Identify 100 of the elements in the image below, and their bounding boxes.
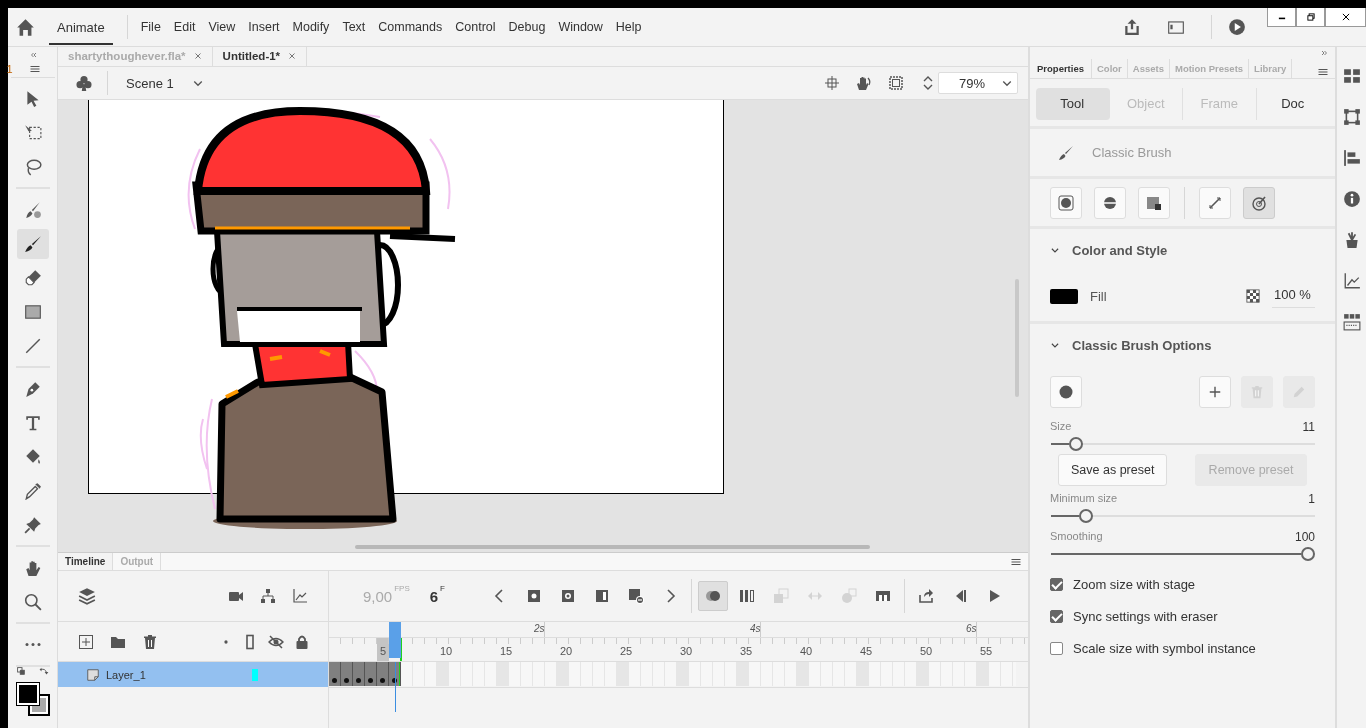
current-frame[interactable]: 6 [429,587,439,605]
fill-swatch[interactable] [1050,288,1078,304]
slider-value[interactable]: 1 [1308,492,1315,506]
rectangle-icon [23,302,42,321]
brush-icon [23,234,42,253]
collapse-icon[interactable] [28,51,37,59]
pressure-button[interactable] [1199,186,1231,219]
eye-off-icon[interactable] [268,633,284,650]
swatches-icon[interactable] [1342,67,1361,85]
keypad-icon[interactable] [1342,313,1361,331]
tool-button[interactable] [16,228,49,259]
menu-item[interactable]: Text [342,20,366,34]
checkbox[interactable] [1050,641,1063,655]
slider-thumb[interactable] [1301,547,1315,561]
fill-label: Fill [1090,288,1107,304]
panel-tab[interactable]: Timeline [58,553,114,570]
fps-unit: FPS [394,584,410,593]
menu-item[interactable]: Window [558,20,603,34]
layer-row[interactable]: Layer_1 [58,662,329,687]
menu-item[interactable]: View [208,20,236,34]
menu-item[interactable]: Insert [248,20,280,34]
menu-item[interactable]: File [140,20,161,34]
hand-icon [23,558,42,577]
checkbox[interactable] [1050,577,1063,591]
app-name[interactable]: Animate [49,9,113,45]
horizontal-scrollbar[interactable] [355,545,870,550]
chevron-down-icon[interactable] [1050,245,1060,255]
menu-item[interactable]: Debug [508,20,546,34]
section-title[interactable]: Classic Brush Options [1072,337,1212,353]
lock-icon[interactable] [294,633,310,650]
slider-value[interactable]: 100 [1294,530,1315,544]
checkbox-label[interactable]: Zoom size with stage [1073,576,1196,592]
delete-icon[interactable] [142,633,158,650]
slider-thumb[interactable] [1068,437,1083,451]
graph-icon[interactable] [1342,272,1361,290]
menu-icon[interactable] [1317,66,1329,78]
menu-item[interactable]: Commands [378,20,443,34]
save-preset-button[interactable]: Save as preset [1058,454,1168,486]
checkbox-label[interactable]: Sync settings with eraser [1073,608,1218,624]
lock-fill-button[interactable] [1138,186,1170,219]
zoom-field[interactable]: 79% [938,72,1018,95]
info-icon[interactable] [1342,190,1361,208]
scene-label[interactable]: Scene 1 [126,75,174,91]
chevron-down-icon[interactable] [1050,340,1060,350]
checkbox-label[interactable]: Scale size with symbol instance [1073,640,1256,656]
keyframe-icon [526,588,542,604]
keyframe[interactable] [365,662,377,686]
property-tab[interactable]: Doc [1256,88,1329,120]
menu-item[interactable]: Edit [173,20,196,34]
layout-icon[interactable] [1167,18,1185,36]
layers-icon[interactable] [78,587,96,605]
align-icon[interactable] [1342,149,1361,167]
search-icon [23,592,42,611]
restore-button[interactable] [1296,8,1325,27]
menu-item[interactable]: Help [615,20,642,34]
keyframe[interactable] [353,662,365,686]
opacity-field[interactable]: 100 % [1272,284,1315,308]
reset-colors-icon[interactable] [38,666,49,677]
hierarchy-icon[interactable] [260,588,276,604]
graph-icon[interactable] [292,588,308,604]
brush-mode-button[interactable] [1094,186,1126,219]
brush-shape-button[interactable] [1050,376,1082,408]
keyframe[interactable] [377,662,389,686]
panel-tab[interactable]: Properties [1030,59,1092,78]
add-preset-button[interactable] [1199,376,1231,408]
close-icon[interactable] [193,52,202,61]
keyframe[interactable] [341,662,353,686]
keyframe[interactable] [329,662,341,686]
object-drawing-button[interactable] [1050,186,1082,219]
close-icon [1340,12,1351,22]
frame-row[interactable] [329,662,1016,686]
center-stage-icon[interactable] [824,75,840,92]
minimize-button[interactable] [1267,8,1296,27]
onion-skin-button[interactable] [698,581,728,611]
home-icon[interactable] [16,17,35,37]
property-tab[interactable]: Tool [1036,88,1110,120]
target-button[interactable] [1243,186,1275,219]
close-icon[interactable] [288,52,297,61]
layer-color[interactable] [252,668,258,681]
menu-item[interactable]: Modify [292,20,330,34]
share-icon[interactable] [1123,18,1141,36]
slider-thumb[interactable] [1078,509,1093,523]
timeline-ruler[interactable]: 2s 4s 6s 5 10 15 20 25 30 35 40 45 50 55 [329,622,1028,662]
test-movie-icon[interactable] [1228,18,1246,36]
expand-icon[interactable] [1321,49,1329,57]
layer-name[interactable]: Layer_1 [106,668,246,681]
swap-colors-icon[interactable] [16,666,27,677]
rotate-stage-icon[interactable] [856,75,872,92]
document-tab[interactable]: Untitled-1* [212,47,308,66]
section-title[interactable]: Color and Style [1072,242,1168,258]
transform-icon[interactable] [1342,108,1361,126]
fill-color-swatch[interactable] [16,682,39,705]
symbol-icon[interactable] [75,74,93,93]
clip-stage-icon[interactable] [888,75,904,92]
slider-value[interactable]: 11 [1302,420,1315,434]
checkbox[interactable] [1050,609,1063,623]
close-button[interactable] [1325,8,1366,27]
pin-icon [23,515,42,534]
menu-item[interactable]: Control [455,20,496,34]
add-layer-icon[interactable] [78,633,94,650]
